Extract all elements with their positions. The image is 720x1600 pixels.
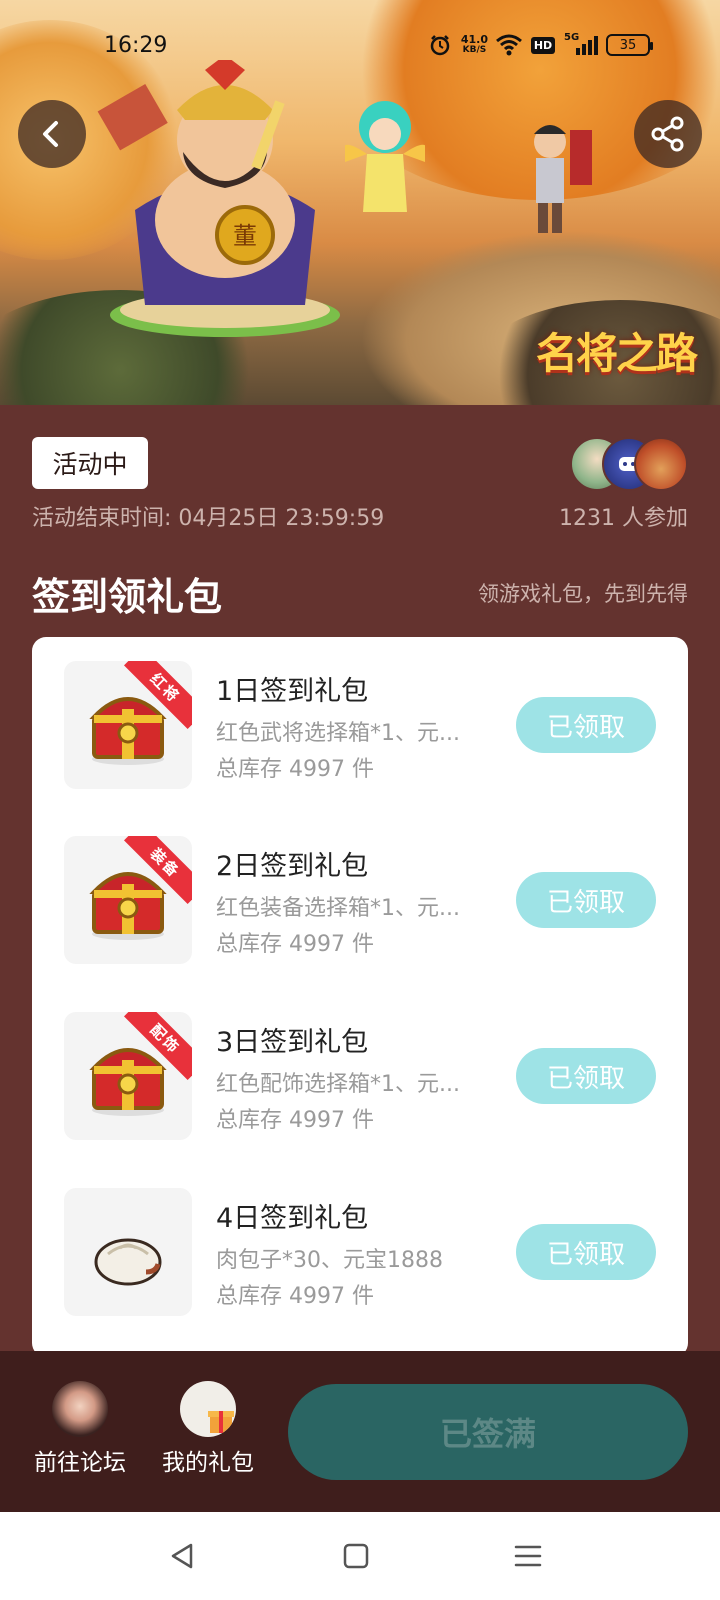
wifi-icon [496, 34, 522, 56]
square-home-icon [343, 1543, 369, 1569]
forum-link[interactable]: 前往论坛 [30, 1381, 130, 1477]
gift-box-icon [180, 1381, 236, 1437]
network-label: 5G [564, 32, 580, 43]
fairy-character-illustration [345, 101, 425, 212]
gift-list: 红将 1日签到礼包 红色武将选择箱*1、元... 总库存 4997 件 已领取 … [32, 637, 688, 1357]
claimed-button[interactable]: 已领取 [516, 1224, 656, 1280]
list-item: 红将 1日签到礼包 红色武将选择箱*1、元... 总库存 4997 件 已领取 [32, 661, 688, 791]
gift-name: 3日签到礼包 [216, 1027, 369, 1058]
activity-end-time: 活动结束时间: 04月25日 23:59:59 [32, 506, 385, 531]
warrior-character-illustration [534, 125, 592, 233]
share-icon [651, 116, 684, 152]
gift-description: 红色武将选择箱*1、元... [216, 721, 460, 746]
nav-home-button[interactable] [334, 1534, 378, 1578]
status-time: 16:29 [104, 33, 168, 58]
claimed-button[interactable]: 已领取 [516, 697, 656, 753]
nav-menu-button[interactable] [506, 1534, 550, 1578]
signal-icon: 5G [564, 32, 598, 56]
gift-thumbnail [64, 1188, 192, 1316]
status-bar: 16:29 41.0 KB/S HD 5G 35 [0, 30, 720, 66]
list-item: 配饰 3日签到礼包 红色配饰选择箱*1、元... 总库存 4997 件 已领取 [32, 1012, 688, 1142]
list-item: 4日签到礼包 肉包子*30、元宝1888 总库存 4997 件 已领取 [32, 1188, 688, 1318]
claimed-button[interactable]: 已领取 [516, 1048, 656, 1104]
system-navigation-bar [0, 1512, 720, 1600]
gift-description: 红色配饰选择箱*1、元... [216, 1072, 460, 1097]
claimed-button[interactable]: 已领取 [516, 872, 656, 928]
gift-stock: 总库存 4997 件 [216, 1284, 374, 1309]
svg-text:董: 董 [233, 222, 257, 250]
gift-thumbnail: 红将 [64, 661, 192, 789]
gift-name: 2日签到礼包 [216, 851, 369, 882]
section-title: 签到领礼包 [32, 575, 223, 619]
nav-back-button[interactable] [160, 1534, 204, 1578]
forum-avatar-icon [52, 1381, 108, 1437]
bottom-action-bar: 前往论坛 我的礼包 已签满 [0, 1351, 720, 1512]
hero-character-illustration: 董 [97, 60, 340, 337]
forum-label: 前往论坛 [34, 1450, 126, 1476]
gift-name: 4日签到礼包 [216, 1203, 369, 1234]
back-button[interactable] [18, 100, 86, 168]
section-subtitle: 领游戏礼包，先到先得 [478, 582, 688, 606]
signed-full-button[interactable]: 已签满 [288, 1384, 688, 1480]
hd-label: HD [530, 36, 556, 54]
net-speed-unit: KB/S [462, 45, 487, 55]
gift-thumbnail: 配饰 [64, 1012, 192, 1140]
bun-icon [94, 1238, 162, 1286]
participants-count: 1231 人参加 [559, 506, 688, 531]
share-button[interactable] [634, 100, 702, 168]
chevron-left-icon [43, 121, 58, 147]
battery-indicator: 35 [606, 34, 653, 56]
my-gifts-label: 我的礼包 [162, 1450, 254, 1476]
gift-stock: 总库存 4997 件 [216, 1108, 374, 1133]
participant-avatars [570, 437, 688, 491]
menu-lines-icon [514, 1545, 542, 1567]
alarm-icon [427, 34, 453, 56]
game-logo: 名将之路 [535, 329, 698, 378]
my-gifts-link[interactable]: 我的礼包 [158, 1381, 258, 1477]
gift-description: 红色装备选择箱*1、元... [216, 896, 460, 921]
net-speed: 41.0 KB/S [461, 34, 488, 56]
battery-level: 35 [619, 37, 637, 53]
net-speed-value: 41.0 [460, 33, 488, 46]
activity-status-badge: 活动中 [32, 437, 148, 489]
avatar [634, 437, 688, 491]
gift-description: 肉包子*30、元宝1888 [216, 1248, 443, 1273]
gift-thumbnail: 装备 [64, 836, 192, 964]
hd-icon: HD [530, 34, 556, 56]
list-item: 装备 2日签到礼包 红色装备选择箱*1、元... 总库存 4997 件 已领取 [32, 836, 688, 966]
gift-name: 1日签到礼包 [216, 676, 369, 707]
gift-stock: 总库存 4997 件 [216, 757, 374, 782]
gift-stock: 总库存 4997 件 [216, 932, 374, 957]
triangle-back-icon [171, 1543, 193, 1569]
